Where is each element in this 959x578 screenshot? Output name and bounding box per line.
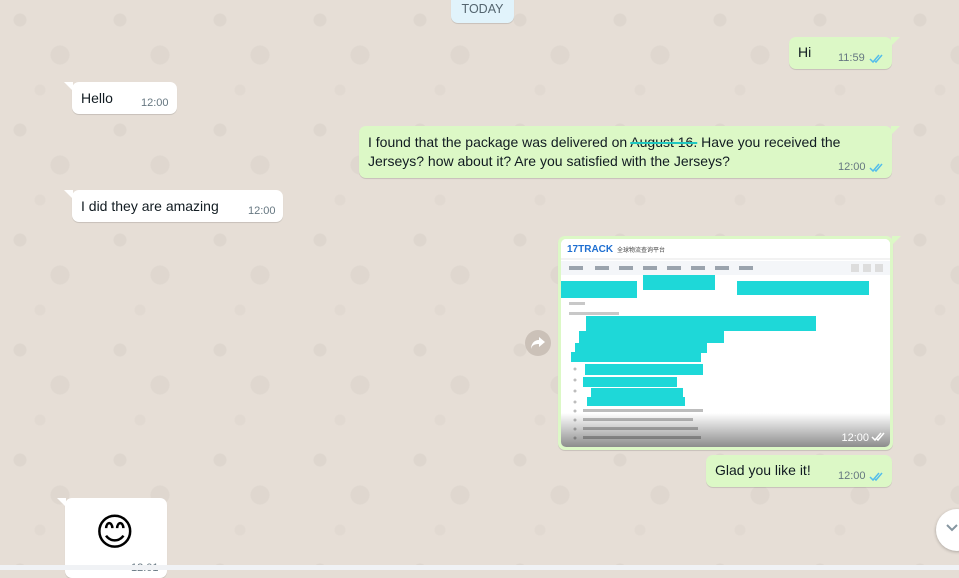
message-time: 12:00 xyxy=(141,97,169,109)
message-time: 12:00 xyxy=(838,470,866,482)
message-time: 12:00 xyxy=(838,161,866,173)
double-check-icon xyxy=(869,163,883,173)
message-time: 12:00 xyxy=(248,205,276,217)
double-check-icon xyxy=(871,432,885,442)
bubble-tail xyxy=(64,190,73,199)
message-text-line2: Jerseys? how about it? Are you satisfied… xyxy=(368,153,730,169)
message-text-part: I found that the package was delivered o… xyxy=(368,134,631,150)
date-divider: TODAY xyxy=(451,0,514,23)
message-text: Hi xyxy=(798,44,812,60)
brand-logo: 17TRACK xyxy=(567,244,614,255)
forward-button[interactable] xyxy=(525,330,551,356)
message-outgoing-hi[interactable]: Hi 11:59 xyxy=(789,37,900,69)
bubble-tail xyxy=(64,82,73,91)
bubble-tail xyxy=(57,498,66,507)
message-text-strike: August 16. xyxy=(630,134,698,150)
bubble-tail xyxy=(891,126,900,135)
bubble-tail xyxy=(892,236,901,245)
message-text: Glad you like it! xyxy=(715,462,811,478)
message-outgoing-package[interactable]: I found that the package was delivered o… xyxy=(359,126,900,178)
message-outgoing-image[interactable]: 17TRACK 全球物流查询平台 12:00 xyxy=(558,236,901,450)
message-text-part: Have you received the xyxy=(697,134,841,150)
message-emoji: 😊 xyxy=(95,510,135,554)
double-check-icon xyxy=(869,54,883,64)
message-time: 12:00 xyxy=(841,432,869,444)
bubble-tail xyxy=(891,37,900,46)
date-divider-label: TODAY xyxy=(461,2,504,16)
message-time: 11:59 xyxy=(838,52,865,64)
double-check-icon xyxy=(869,472,883,482)
message-text: I found that the package was delivered o… xyxy=(368,133,840,171)
brand-subtitle: 全球物流查询平台 xyxy=(617,246,665,254)
message-incoming-hello[interactable]: Hello 12:00 xyxy=(64,82,177,114)
forward-icon xyxy=(531,337,545,349)
chevron-down-icon xyxy=(946,524,958,532)
message-text: I did they are amazing xyxy=(81,198,219,214)
message-outgoing-glad[interactable]: Glad you like it! 12:00 xyxy=(706,455,892,487)
tracking-screenshot[interactable]: 17TRACK 全球物流查询平台 xyxy=(561,239,890,447)
message-incoming-amazing[interactable]: I did they are amazing 12:00 xyxy=(64,190,283,222)
message-text: Hello xyxy=(81,90,113,106)
composer-edge xyxy=(0,565,959,570)
